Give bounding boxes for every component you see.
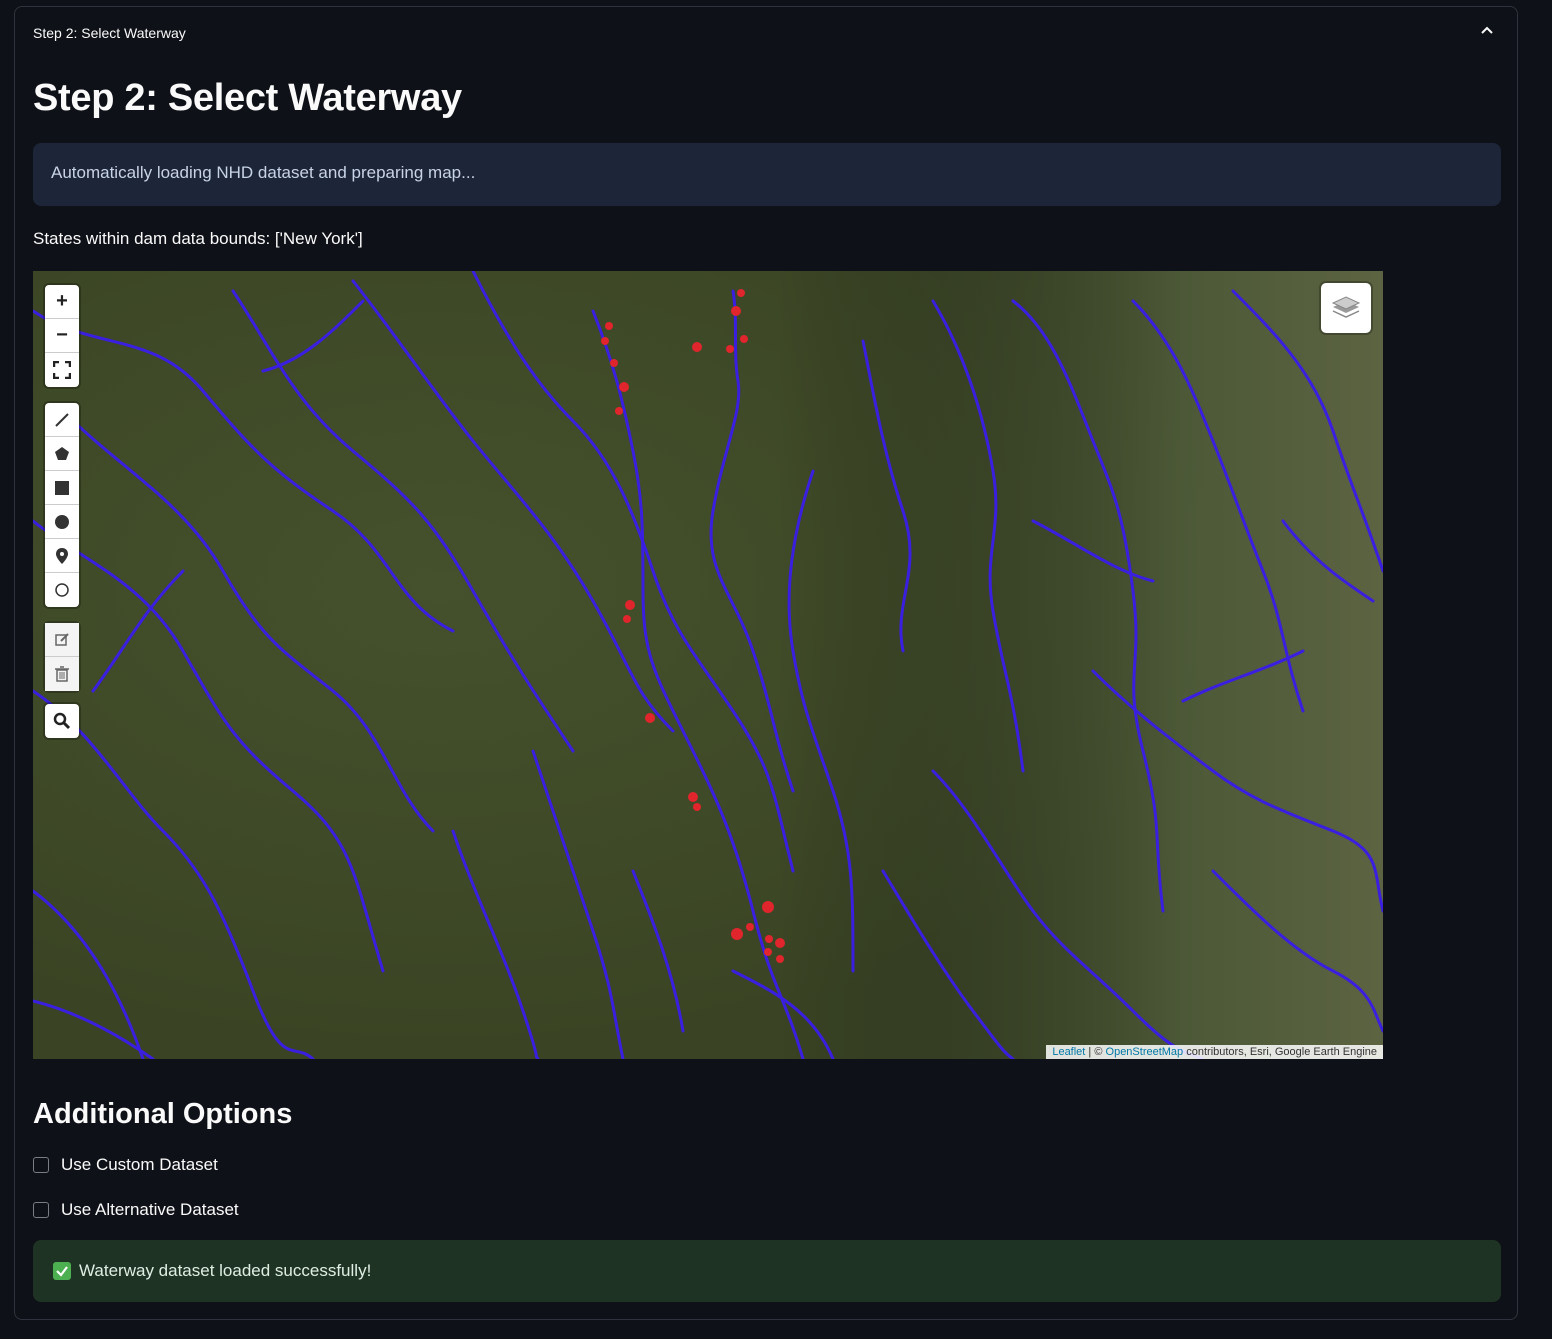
- zoom-out-button[interactable]: −: [45, 319, 79, 353]
- map-attribution: Leaflet | © OpenStreetMap contributors, …: [1046, 1045, 1383, 1059]
- draw-toolbar: [45, 403, 79, 607]
- custom-dataset-label: Use Custom Dataset: [61, 1155, 218, 1174]
- delete-icon[interactable]: [45, 657, 79, 691]
- draw-polygon-icon[interactable]: [45, 437, 79, 471]
- draw-rectangle-icon[interactable]: [45, 471, 79, 505]
- draw-circle-icon[interactable]: [45, 505, 79, 539]
- attribution-separator: | ©: [1088, 1046, 1103, 1058]
- success-message: Waterway dataset loaded successfully!: [79, 1261, 372, 1280]
- zoom-in-button[interactable]: +: [45, 285, 79, 319]
- osm-link[interactable]: OpenStreetMap: [1106, 1046, 1184, 1058]
- states-text: States within dam data bounds: ['New Yor…: [33, 229, 363, 248]
- waterway-map[interactable]: + − Leaflet | © OpenStreetMap contributo…: [33, 271, 1383, 1059]
- options-title: Additional Options: [33, 1098, 293, 1130]
- alternative-dataset-label: Use Alternative Dataset: [61, 1200, 239, 1219]
- info-alert: Automatically loading NHD dataset and pr…: [33, 143, 1501, 206]
- success-alert: Waterway dataset loaded successfully!: [33, 1240, 1501, 1302]
- search-control: [45, 704, 79, 738]
- alternative-dataset-checkbox[interactable]: [33, 1202, 49, 1218]
- draw-polyline-icon[interactable]: [45, 403, 79, 437]
- chevron-up-icon[interactable]: [1477, 21, 1497, 41]
- custom-dataset-checkbox[interactable]: [33, 1157, 49, 1173]
- check-mark-icon: [53, 1262, 71, 1280]
- search-icon[interactable]: [45, 704, 79, 738]
- page-title: Step 2: Select Waterway: [33, 77, 462, 119]
- step2-expander: Step 2: Select Waterway Step 2: Select W…: [14, 6, 1518, 1320]
- attribution-text: contributors, Esri, Google Earth Engine: [1186, 1046, 1377, 1058]
- map-tiles[interactable]: [33, 271, 1383, 1059]
- edit-toolbar: [45, 623, 79, 691]
- draw-circlemarker-icon[interactable]: [45, 573, 79, 607]
- layers-icon[interactable]: [1321, 283, 1371, 333]
- fullscreen-icon[interactable]: [45, 353, 79, 387]
- expander-header[interactable]: Step 2: Select Waterway: [33, 25, 186, 41]
- zoom-control: + −: [45, 285, 79, 387]
- custom-dataset-checkbox-row[interactable]: Use Custom Dataset: [33, 1155, 218, 1175]
- alternative-dataset-checkbox-row[interactable]: Use Alternative Dataset: [33, 1200, 239, 1220]
- leaflet-link[interactable]: Leaflet: [1052, 1046, 1085, 1058]
- edit-icon[interactable]: [45, 623, 79, 657]
- draw-marker-icon[interactable]: [45, 539, 79, 573]
- info-message: Automatically loading NHD dataset and pr…: [51, 163, 476, 182]
